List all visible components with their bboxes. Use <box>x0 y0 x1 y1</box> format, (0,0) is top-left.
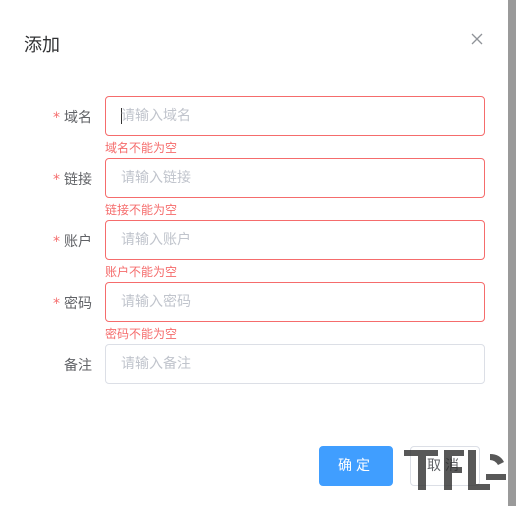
link-input[interactable]: 请输入链接 <box>105 158 485 198</box>
label-account: * 账户 <box>53 234 92 250</box>
domain-placeholder: 请输入域名 <box>121 108 191 124</box>
required-mark: * <box>53 172 60 188</box>
required-mark: * <box>53 110 60 126</box>
account-placeholder: 请输入账户 <box>121 232 191 248</box>
remark-input[interactable]: 请输入备注 <box>105 344 485 384</box>
password-error: 密码不能为空 <box>105 327 178 341</box>
remark-placeholder: 请输入备注 <box>121 356 191 372</box>
label-domain: * 域名 <box>53 110 92 126</box>
account-error: 账户不能为空 <box>105 265 178 279</box>
required-mark: * <box>53 234 60 250</box>
label-password: * 密码 <box>53 296 92 312</box>
required-mark: * <box>53 296 60 312</box>
close-icon[interactable] <box>468 30 486 48</box>
dialog-title: 添加 <box>24 35 60 56</box>
link-error: 链接不能为空 <box>105 203 178 217</box>
watermark-logo <box>404 450 506 490</box>
link-placeholder: 请输入链接 <box>121 170 191 186</box>
account-input[interactable]: 请输入账户 <box>105 220 485 260</box>
password-placeholder: 请输入密码 <box>121 294 191 310</box>
backdrop-strip <box>508 0 516 506</box>
confirm-button[interactable]: 确定 <box>319 446 393 486</box>
domain-input[interactable]: 请输入域名 <box>105 96 485 136</box>
label-remark: 备注 <box>64 358 92 374</box>
label-link: * 链接 <box>53 172 92 188</box>
domain-error: 域名不能为空 <box>105 141 178 155</box>
password-input[interactable]: 请输入密码 <box>105 282 485 322</box>
add-dialog: 添加 * 域名 请输入域名 域名不能为空 * 链接 请输入链接 链接不能为空 * 账户… <box>0 0 508 506</box>
